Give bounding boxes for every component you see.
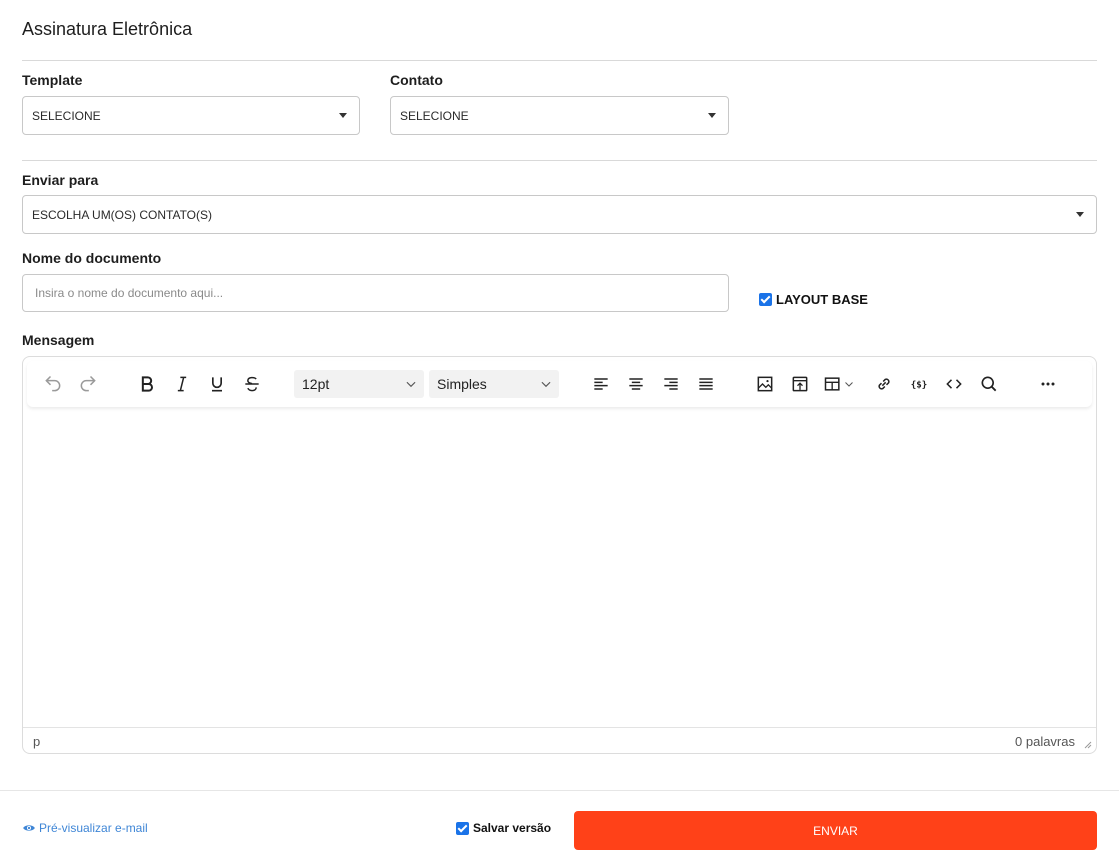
align-justify-button[interactable] <box>691 370 721 398</box>
template-select-value: SELECIONE <box>32 108 101 123</box>
search-button[interactable] <box>974 370 1004 398</box>
page-title: Assinatura Eletrônica <box>22 19 193 39</box>
save-version-label: Salvar versão <box>473 821 552 835</box>
table-icon <box>824 377 840 391</box>
code-icon <box>946 379 962 389</box>
insert-image-button[interactable] <box>750 370 780 398</box>
more-options-button[interactable] <box>1033 370 1063 398</box>
contato-select-value: SELECIONE <box>400 108 469 123</box>
checkbox-checked-icon[interactable] <box>759 293 772 306</box>
caret-down-icon <box>708 113 716 118</box>
footer-divider <box>0 790 1119 791</box>
eye-icon <box>23 825 35 831</box>
word-count: 0 palavras <box>1015 734 1075 749</box>
nome-documento-label: Nome do documento <box>22 250 162 266</box>
undo-button[interactable] <box>38 370 68 398</box>
enviar-para-select-value: ESCOLHA UM(OS) CONTATO(S) <box>32 207 213 222</box>
rich-text-editor[interactable]: 12pt Simples {$} p 0 palavras <box>22 356 1097 754</box>
align-right-button[interactable] <box>656 370 686 398</box>
align-right-icon <box>664 378 678 390</box>
editor-statusbar: p 0 palavras <box>23 727 1096 753</box>
upload-icon <box>792 376 808 392</box>
nome-documento-input[interactable] <box>22 274 729 312</box>
source-code-button[interactable] <box>939 370 969 398</box>
layout-base-label: LAYOUT BASE <box>776 292 868 307</box>
upload-button[interactable] <box>785 370 815 398</box>
bold-icon <box>141 376 153 392</box>
underline-button[interactable] <box>202 370 232 398</box>
divider <box>22 160 1097 161</box>
font-size-value: 12pt <box>302 376 330 392</box>
mensagem-label: Mensagem <box>22 332 95 348</box>
image-icon <box>757 376 773 392</box>
undo-icon <box>45 375 61 392</box>
enviar-para-label: Enviar para <box>22 172 99 188</box>
editor-toolbar: 12pt Simples {$} <box>27 361 1092 407</box>
redo-button[interactable] <box>73 370 103 398</box>
font-size-select[interactable]: 12pt <box>294 370 424 398</box>
caret-down-icon <box>1076 212 1084 217</box>
italic-icon <box>177 376 187 392</box>
align-justify-icon <box>699 378 713 390</box>
template-select[interactable]: SELECIONE <box>22 96 360 135</box>
preview-email-link[interactable]: Pré-visualizar e-mail <box>22 821 148 835</box>
strikethrough-button[interactable] <box>237 370 267 398</box>
align-center-button[interactable] <box>621 370 651 398</box>
element-path[interactable]: p <box>33 734 40 749</box>
chevron-down-icon <box>845 382 853 387</box>
send-button[interactable]: ENVIAR <box>574 811 1097 850</box>
chevron-down-icon <box>406 381 416 388</box>
insert-variable-button[interactable]: {$} <box>904 370 934 398</box>
contato-label: Contato <box>390 72 443 88</box>
caret-down-icon <box>339 113 347 118</box>
italic-button[interactable] <box>167 370 197 398</box>
block-format-select[interactable]: Simples <box>429 370 559 398</box>
align-center-icon <box>629 378 643 390</box>
bold-button[interactable] <box>132 370 162 398</box>
checkbox-checked-icon[interactable] <box>456 821 469 835</box>
underline-icon <box>212 377 222 392</box>
svg-text:{$}: {$} <box>911 379 928 390</box>
variable-braces-icon: {$} <box>911 379 928 390</box>
strikethrough-icon <box>245 376 259 392</box>
divider <box>22 60 1097 61</box>
enviar-para-select[interactable]: ESCOLHA UM(OS) CONTATO(S) <box>22 195 1097 234</box>
chevron-down-icon <box>541 381 551 388</box>
block-format-value: Simples <box>437 376 487 392</box>
preview-email-label: Pré-visualizar e-mail <box>39 821 148 835</box>
align-left-button[interactable] <box>586 370 616 398</box>
link-icon <box>878 378 890 390</box>
more-horizontal-icon <box>1041 382 1055 386</box>
insert-link-button[interactable] <box>869 370 899 398</box>
template-label: Template <box>22 72 83 88</box>
layout-base-checkbox[interactable]: LAYOUT BASE <box>759 292 868 307</box>
table-button[interactable] <box>819 370 859 398</box>
redo-icon <box>80 375 96 392</box>
search-icon <box>981 376 997 392</box>
resize-grip-icon[interactable] <box>1082 739 1092 749</box>
contato-select[interactable]: SELECIONE <box>390 96 729 135</box>
align-left-icon <box>594 378 608 390</box>
save-version-checkbox[interactable]: Salvar versão <box>456 821 551 835</box>
